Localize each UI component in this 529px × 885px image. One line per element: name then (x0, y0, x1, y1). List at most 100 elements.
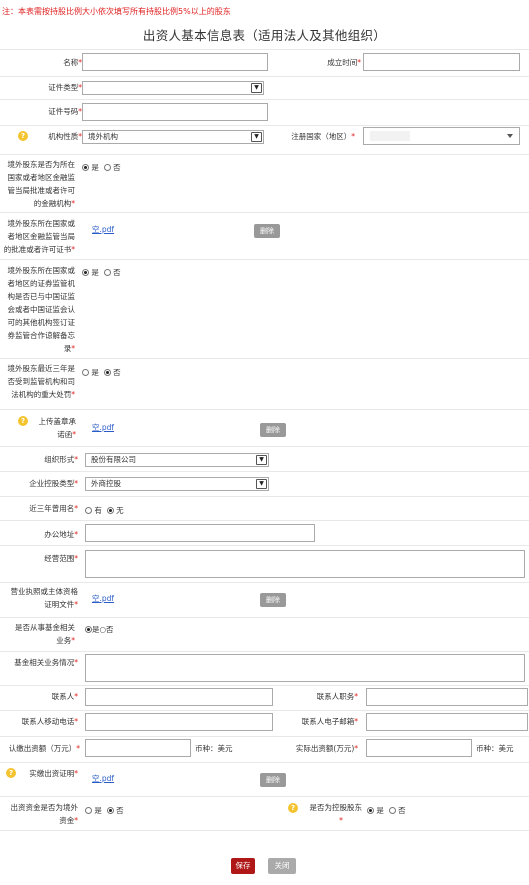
no-radio[interactable] (103, 369, 111, 376)
help-icon[interactable]: ? (6, 768, 16, 778)
page-title: 出资人基本信息表（适用法人及其他组织） (142, 28, 387, 43)
divider (0, 125, 529, 126)
divider (0, 49, 529, 50)
approval-file-link[interactable]: 空.pdf (92, 224, 114, 235)
reg-country-label: 注册国家（地区）* (291, 132, 355, 141)
subscribed-label: 认缴出资额（万元）* (8, 744, 80, 753)
help-icon[interactable]: ? (18, 131, 28, 141)
close-button[interactable]: 关闭 (268, 858, 296, 874)
commit-file-link[interactable]: 空.pdf (92, 422, 114, 433)
divider (0, 471, 529, 472)
help-icon[interactable]: ? (288, 803, 298, 813)
yes-radio[interactable] (82, 269, 89, 276)
delete-button[interactable]: 删除 (254, 224, 280, 238)
id-number-label: 证件号码* (48, 107, 82, 116)
divider (0, 545, 529, 546)
no-radio[interactable] (106, 807, 114, 814)
yes-radio[interactable] (85, 626, 92, 633)
q-overseas-capital-radios: 是 否 (85, 805, 124, 816)
org-form-label: 组织形式* (44, 455, 78, 464)
q-approval-label: 境外股东所在国家或 者地区金融监管当局 的批准或者许可证书* (3, 219, 75, 254)
org-nature-label: 机构性质* (48, 132, 82, 141)
divider (0, 154, 529, 155)
office-addr-label: 办公地址* (44, 530, 78, 539)
contact-phone-input[interactable] (85, 713, 273, 731)
contact-email-label: 联系人电子邮箱* (301, 717, 358, 726)
divider (0, 651, 529, 652)
contact-title-label: 联系人职务* (316, 692, 358, 701)
divider (0, 446, 529, 447)
org-nature-select[interactable]: 境外机构 ▼ (82, 130, 264, 144)
contact-input[interactable] (85, 688, 273, 706)
contact-email-input[interactable] (366, 713, 528, 731)
q-fund-radios: 是○否 (85, 624, 114, 635)
currency-label: 币种：美元 (476, 744, 514, 753)
q-mou-label: 境外股东所在国家或 者地区的证券监管机 构是否已与中国证监 会或者中国证监会认 可的其他… (7, 266, 76, 353)
id-type-select[interactable]: ▼ (82, 81, 264, 95)
divider (0, 496, 529, 497)
delete-button[interactable]: 删除 (260, 773, 286, 787)
chevron-down-icon: ▼ (256, 455, 267, 465)
established-label: 成立时间* (327, 58, 361, 67)
office-addr-input[interactable] (85, 524, 315, 542)
divider (0, 736, 529, 737)
paid-proof-label: 实缴出资证明* (29, 769, 78, 778)
none-radio[interactable] (106, 507, 114, 514)
chevron-down-icon: ▼ (256, 479, 267, 489)
biz-scope-label: 经营范围* (44, 554, 78, 563)
q-controlling-radios: 是 否 (367, 805, 406, 816)
q-mou-radios: 是 否 (82, 267, 121, 278)
help-icon[interactable]: ? (18, 416, 28, 426)
divider (0, 212, 529, 213)
divider (0, 582, 529, 583)
established-input[interactable] (363, 53, 520, 71)
contact-phone-label: 联系人移动电话* (21, 717, 78, 726)
divider (0, 358, 529, 359)
fund-desc-textarea[interactable] (85, 654, 525, 682)
divider (0, 617, 529, 618)
q-licensed-radios: 是 否 (82, 162, 121, 173)
name-input[interactable] (82, 53, 268, 71)
id-number-input[interactable] (82, 103, 268, 121)
delete-button[interactable]: 删除 (260, 593, 286, 607)
chevron-down-icon: ▼ (251, 83, 262, 93)
q-penalty-label: 境外股东最近三年是 否受到监管机构和司 法机构的重大处罚* (7, 364, 76, 399)
divider (0, 259, 529, 260)
holding-type-label: 企业控股类型* (29, 479, 78, 488)
triangle-down-icon (507, 134, 513, 138)
q-penalty-radios: 是 否 (82, 367, 121, 378)
no-radio[interactable] (388, 807, 396, 814)
no-radio[interactable] (103, 164, 111, 171)
yes-radio[interactable] (85, 807, 92, 814)
upload-commit-label: 上传盖章承 诺函* (38, 417, 77, 439)
biz-scope-textarea[interactable] (85, 550, 525, 578)
q-overseas-capital-label: 出资资金是否为境外 资金* (10, 803, 79, 825)
holding-type-select[interactable]: 外商控股 ▼ (85, 477, 269, 491)
divider (0, 409, 529, 410)
yes-radio[interactable] (82, 369, 89, 376)
q-fund-label: 是否从事基金相关 业务* (15, 623, 75, 645)
org-form-select[interactable]: 股份有限公司 ▼ (85, 453, 269, 467)
yes-radio[interactable] (367, 807, 374, 814)
have-radio[interactable] (85, 507, 92, 514)
subscribed-input[interactable] (85, 739, 191, 757)
chevron-down-icon: ▼ (251, 132, 262, 142)
proof-file-link[interactable]: 空.pdf (92, 773, 114, 784)
no-radio[interactable] (103, 269, 111, 276)
contact-title-input[interactable] (366, 688, 528, 706)
divider (0, 796, 529, 797)
license-file-link[interactable]: 空.pdf (92, 593, 114, 604)
divider (0, 99, 529, 100)
reg-country-select[interactable] (363, 127, 520, 145)
delete-button[interactable]: 删除 (260, 423, 286, 437)
q-licensed-label: 境外股东是否为所在 国家或者地区金融监 管当局批准或者许可 的金融机构* (7, 160, 76, 208)
q-controlling-label: 是否为控股股东 * (309, 803, 363, 825)
yes-radio[interactable] (82, 164, 89, 171)
save-button[interactable]: 保存 (231, 858, 255, 874)
id-type-label: 证件类型* (48, 83, 82, 92)
currency-label: 币种：美元 (195, 744, 233, 753)
contact-label: 联系人* (51, 692, 78, 701)
paid-input[interactable] (366, 739, 472, 757)
notice-text: 注：本表需按持股比例大小依次填写所有持股比例5%以上的股东 (2, 7, 231, 16)
divider (0, 762, 529, 763)
